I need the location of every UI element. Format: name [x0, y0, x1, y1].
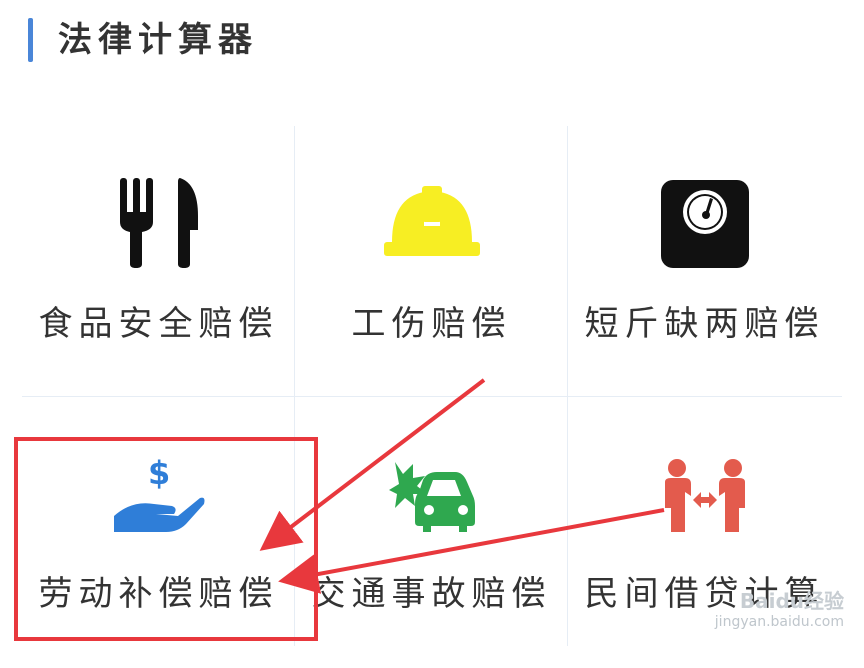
grid-divider: [22, 396, 842, 397]
page-title: 法律计算器: [58, 20, 258, 60]
tile-work-injury[interactable]: 工伤赔偿: [295, 126, 568, 396]
car-crash-icon: [388, 460, 475, 538]
tile-food-safety[interactable]: 食品安全赔偿: [22, 126, 295, 396]
tile-labor-compensation[interactable]: $ 劳动补偿赔偿: [22, 398, 295, 668]
tile-traffic-accident[interactable]: 交通事故赔偿: [295, 398, 568, 668]
fork-knife-icon: [114, 176, 204, 272]
tile-label: 短斤缺两赔偿: [584, 304, 825, 344]
tile-label: 食品安全赔偿: [38, 304, 279, 344]
svg-text:$: $: [148, 454, 170, 492]
watermark-brand: Baidu经验: [739, 589, 844, 613]
hard-hat-icon: [383, 186, 480, 262]
tile-label: 交通事故赔偿: [311, 574, 552, 614]
tile-label: 劳动补偿赔偿: [38, 574, 279, 614]
scale-icon: [659, 178, 751, 274]
calculator-grid: 食品安全赔偿 工伤赔偿 短斤缺两赔偿 $ 劳动补偿赔偿 交通事故赔偿 民间借贷计…: [22, 126, 842, 646]
watermark: Baidu经验 jingyan.baidu.com: [715, 585, 844, 630]
header-accent-bar: [28, 18, 33, 62]
section-header: 法律计算器: [0, 0, 864, 80]
tile-label: 工伤赔偿: [351, 304, 512, 344]
people-exchange-icon: [663, 458, 747, 538]
tile-short-weight[interactable]: 短斤缺两赔偿: [568, 126, 841, 396]
hand-dollar-icon: $: [112, 454, 206, 542]
watermark-url: jingyan.baidu.com: [714, 614, 844, 630]
